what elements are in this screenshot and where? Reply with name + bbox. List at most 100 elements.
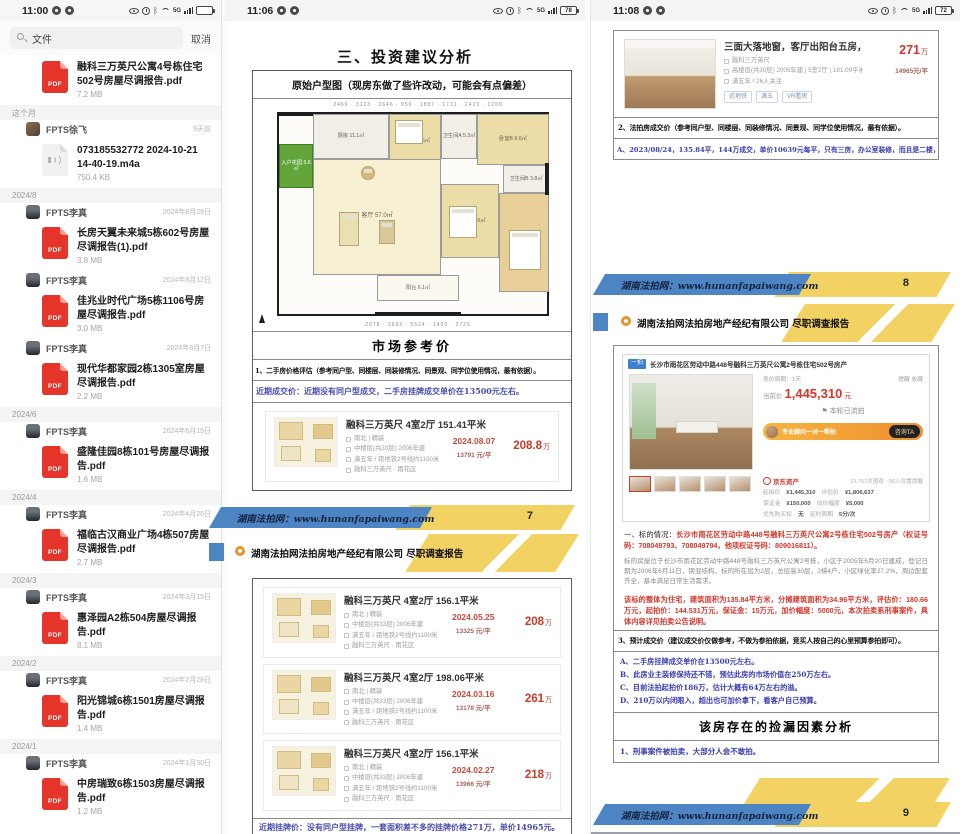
wifi-icon — [525, 8, 534, 17]
file-row[interactable]: PDF 阳光锦城6栋1501房屋尽调报告.pdf 1.4 MB — [0, 689, 221, 739]
page-number: 8 — [903, 277, 909, 289]
sender-row: FPTS李真 2024年8月12日 — [0, 271, 221, 289]
file-row[interactable]: PDF 中房瑞致6栋1503房屋尽调报告.pdf 1.2 MB — [0, 772, 221, 822]
search-input[interactable] — [10, 27, 183, 49]
pdf-file-icon: PDF — [42, 695, 68, 727]
sender-row: FPTS李真 2024年6月15日 — [0, 422, 221, 440]
signal-icon — [548, 7, 557, 15]
listings-box: 融科三万英尺 4室2厅 156.1平米 南北 | 精装 中楼层(共33层) 20… — [252, 578, 572, 834]
auction-info-rows: 起拍价¥1,445,310评估价¥1,806,637 保证金¥150,000加价… — [763, 488, 923, 521]
avatar — [26, 424, 40, 438]
network-label: 5G — [912, 8, 920, 14]
report-header: 湖南法拍网法拍房地产经纪有限公司 尽职调查报告 — [593, 308, 960, 338]
site-banner: 湖南法拍网：www.hunanfapaiwang.com 9 — [593, 802, 960, 827]
photo-thumb — [629, 476, 651, 492]
north-compass-icon — [259, 314, 265, 323]
floorplan-thumbnail — [272, 746, 336, 796]
dimension-labels-bottom: 2078 · 3693 · 5524 · 1450 · 2725 — [273, 322, 563, 328]
consult-button: 咨询TA — [889, 425, 920, 438]
status-icons: ᛒ 5G 72 — [868, 5, 952, 17]
file-row[interactable]: 073185532772 2024-10-21 14-40-19.m4a 750… — [0, 138, 221, 188]
point-1: 1、二手房价格评估（参考同户型、同楼层、同装修情况、同景观、同学位使用情况，最有… — [253, 359, 571, 380]
battery-icon: 72 — [935, 6, 952, 15]
room-living: 客厅 57.0㎡ — [313, 159, 441, 275]
battery-icon — [196, 6, 213, 15]
report-header: 湖南法拍网法拍房地产经纪有限公司 尽职调查报告 — [209, 538, 585, 568]
search-bar: 取消 — [0, 21, 221, 55]
photo-thumb — [729, 476, 751, 492]
eye-protect-icon — [493, 8, 503, 14]
listing-title: 三面大落地窗，客厅出阳台五房，四十万住家装修 — [724, 39, 862, 53]
signal-icon — [923, 7, 932, 15]
total-price: 208.8 — [513, 440, 542, 452]
room-kitchen: 厨房 11.1㎡ — [313, 114, 389, 159]
file-row[interactable]: PDF 惠泽园A2栋504房屋尽调报告.pdf 8.1 MB — [0, 606, 221, 656]
avatar — [26, 507, 40, 521]
room-bedroom-b: 卧室B 8.6㎡ — [477, 114, 549, 165]
cancel-button[interactable]: 取消 — [191, 31, 211, 46]
unit-price: 13791 元/平 — [439, 449, 508, 459]
avatar — [26, 341, 40, 355]
point-2: 2、法拍房成交价（参考同户型、同楼层、同装修情况、同景观、同学位使用情况，最有依… — [614, 117, 938, 138]
price-label: 当前价 — [763, 393, 783, 400]
file-row[interactable]: PDF 现代华都家园2栋1305室房屋尽调报告.pdf 2.2 MB — [0, 357, 221, 407]
sender-row: FPTS李真 2024年4月26日 — [0, 505, 221, 523]
sender-row: FPTS李真 2024年8月7日 — [0, 339, 221, 357]
auction-photo — [629, 374, 753, 470]
file-search-panel: 11:00 ᛒ 5G 取消 PDF 融科三万英尺公寓4号栋住宅502号房屋尽调报 — [0, 0, 222, 834]
bed-icon — [395, 120, 423, 144]
photo-thumb — [704, 476, 726, 492]
listing-details: 南北 | 精装 中楼层(共33层) 2006年建 满五年 / 距地铁2号线约11… — [344, 763, 437, 805]
header-orange-ring-icon — [235, 546, 245, 556]
bluetooth-icon: ᛒ — [517, 7, 522, 15]
site-url: 湖南法拍网：www.hunanfapaiwang.com — [215, 511, 435, 525]
deal-date: 2024.08.07 — [439, 436, 508, 446]
detail-icon — [346, 457, 351, 462]
total-price: 271 — [899, 43, 920, 57]
file-row[interactable]: PDF 长房天翼未来城5栋602号房屋尽调报告(1).pdf 3.8 MB — [0, 221, 221, 271]
property-detail-paragraph: 标的房屋位于长沙市雨花区劳动中路448号融科三万英尺公寓2号栋，小区于2005年… — [614, 554, 938, 590]
battery-icon: 78 — [560, 6, 577, 15]
target-description: 一、标的情况：长沙市雨花区劳动中路448号融科三万英尺公寓2号栋住宅502号房产… — [614, 526, 938, 554]
header-blue-square — [209, 543, 224, 561]
footer-yellow-wedge — [744, 778, 950, 804]
deal-price-note: 近期成交价：近期没有同户型成交，二手房挂牌成交单价在13500元左右。 — [253, 380, 571, 402]
pdf-page9-panel: 11:08 ᛒ 5G 72 三面大落地窗，客厅出阳台五房，四十万住家装修 融科三… — [590, 0, 960, 834]
sender-row: FPTS李真 2024年2月28日 — [0, 671, 221, 689]
network-label: 5G — [537, 8, 545, 14]
room-balcony: 阳台 6.1㎡ — [377, 275, 459, 301]
file-row[interactable]: PDF 融科三万英尺公寓4号栋住宅502号房屋尽调报告.pdf 7.2 MB — [0, 55, 221, 105]
agent-promo-banner: 专业顾问一对一帮拍 咨询TA — [763, 423, 923, 440]
alarm-icon — [142, 7, 150, 15]
bed-icon — [449, 206, 477, 238]
notification-dot-icon — [65, 6, 74, 15]
wifi-icon — [900, 8, 909, 17]
listing-photo — [624, 39, 716, 109]
alarm-icon — [881, 7, 889, 15]
site-url: 湖南法拍网：www.hunanfapaiwang.com — [599, 808, 819, 822]
header-blue-square — [593, 313, 608, 331]
photo-thumbnails — [629, 476, 751, 492]
listing-card-wrap: 融科三万英尺 4室2厅 151.41平米 南北 | 精装 中楼层(共33层) 2… — [253, 402, 571, 490]
listing-card: 融科三万英尺 4室2厅 198.06平米 南北 | 精装 中楼层(共33层) 2… — [263, 664, 561, 735]
signal-icon — [184, 7, 193, 15]
banner-blue-shape: 湖南法拍网：www.hunanfapaiwang.com — [593, 804, 811, 825]
unit-price: 14965元/平 — [870, 65, 928, 75]
dimension-labels-top: 2466 · 3123 · 2646 · 956 · 1887 · 1731 ·… — [273, 102, 563, 108]
file-row[interactable]: PDF 盛隆佳园8栋101号房屋尽调报告.pdf 1.6 MB — [0, 440, 221, 490]
market-price-header: 市场参考价 — [253, 331, 571, 359]
vendor-logo: 京东资产 — [763, 476, 799, 486]
detail-icon — [346, 437, 351, 442]
section-header: 2024/2 — [0, 656, 221, 671]
file-row[interactable]: PDF 福临古汉商业广场4栋507房屋尽调报告.pdf 2.7 MB — [0, 523, 221, 573]
room-bathroom-b: 卫生间B 3.8㎡ — [503, 165, 549, 193]
listing-details: 南北 | 精装 中楼层(共33层) 2006年建 满五年 / 距地铁2号线约11… — [344, 610, 437, 652]
photo-thumb — [654, 476, 676, 492]
bluetooth-icon: ᛒ — [153, 7, 158, 15]
auction-meta: 竞价周期：1天 — [763, 374, 801, 383]
report-header-text: 湖南法拍网法拍房地产经纪有限公司 尽职调查报告 — [251, 546, 463, 560]
section-header: 2024/3 — [0, 573, 221, 588]
avatar — [26, 673, 40, 687]
file-row[interactable]: PDF 佳兆业时代广场5栋1106号房屋尽调报告.pdf 3.0 MB — [0, 289, 221, 339]
sale-listing-box: 三面大落地窗，客厅出阳台五房，四十万住家装修 融科三万英尺 高楼层(共30层) … — [613, 30, 939, 160]
